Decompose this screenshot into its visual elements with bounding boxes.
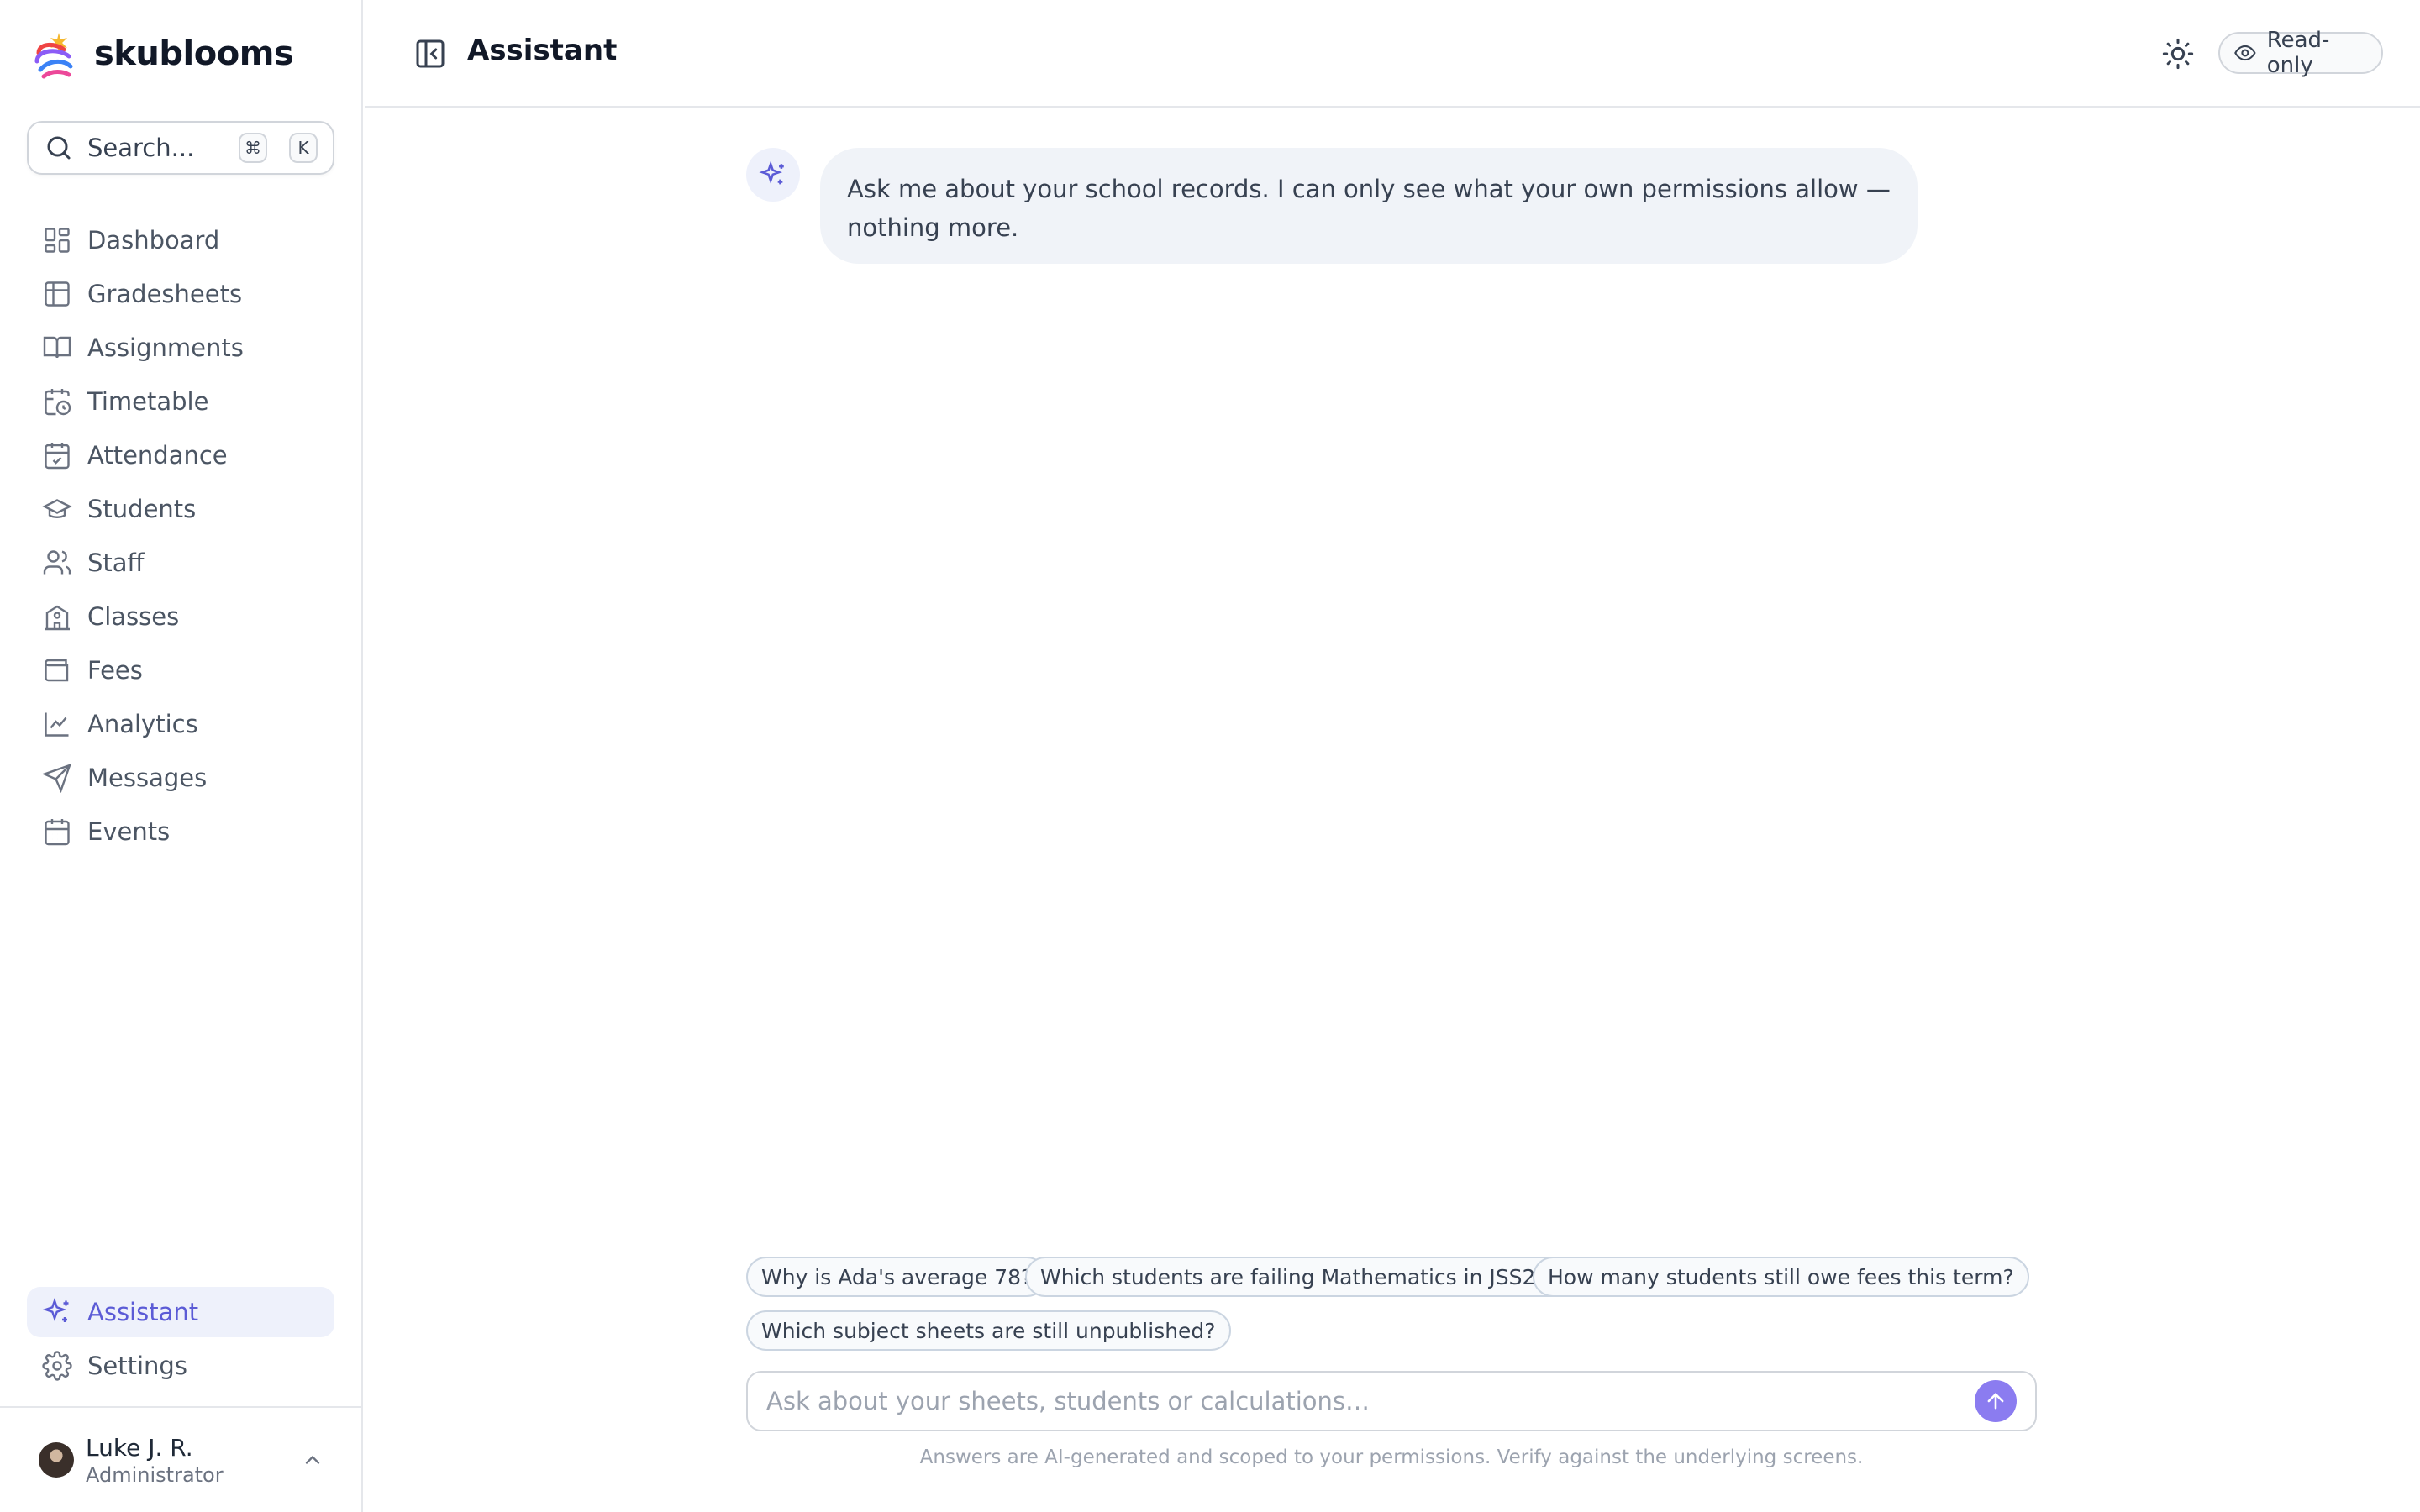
sidebar-item-settings[interactable]: Settings — [27, 1341, 334, 1391]
sidebar-item-label: Settings — [87, 1352, 187, 1380]
read-only-label: Read-only — [2266, 28, 2330, 78]
sun-icon[interactable] — [2161, 37, 2195, 71]
message-input[interactable] — [766, 1387, 1975, 1415]
ai-disclaimer: Answers are AI-generated and scoped to y… — [919, 1446, 1864, 1468]
assistant-avatar — [746, 148, 800, 202]
suggestion-chip[interactable]: Which students are failing Mathematics i… — [1025, 1257, 1576, 1297]
suggestion-chip[interactable]: How many students still owe fees this te… — [1533, 1257, 2029, 1297]
brand-logo-icon — [34, 33, 73, 79]
sidebar-item-gradesheets[interactable]: Gradesheets — [27, 269, 334, 319]
sidebar-item-label: Assignments — [87, 333, 244, 362]
sidebar-item-label: Gradesheets — [87, 280, 243, 308]
user-menu[interactable]: Luke J. R. Administrator — [39, 1428, 324, 1492]
search-box[interactable]: Search... ⌘ K — [27, 121, 334, 175]
sidebar-item-label: Analytics — [87, 710, 198, 738]
sidebar-item-label: Messages — [87, 764, 208, 792]
search-placeholder: Search... — [87, 134, 195, 162]
message-composer — [746, 1371, 2037, 1431]
sidebar-item-analytics[interactable]: Analytics — [27, 699, 334, 749]
book-icon — [43, 336, 71, 359]
sidebar-item-label: Classes — [87, 602, 180, 631]
user-name: Luke J. R. — [86, 1433, 193, 1462]
main-nav: Dashboard Gradesheets Assignments Timeta… — [27, 215, 334, 860]
page-title: Assistant — [467, 34, 618, 67]
read-only-badge: Read-only — [2218, 28, 2383, 78]
bottom-nav: Assistant Settings — [27, 1287, 334, 1394]
line-chart-icon — [45, 712, 69, 737]
sparkles-icon — [759, 160, 784, 185]
user-role: Administrator — [86, 1462, 224, 1487]
sidebar-toggle-icon[interactable] — [413, 37, 447, 71]
user-divider — [0, 1406, 363, 1408]
sparkles-icon — [42, 1297, 69, 1322]
calendar-icon — [45, 819, 70, 846]
search-icon — [47, 136, 71, 160]
sidebar-item-fees[interactable]: Fees — [27, 645, 334, 696]
calendar-check-icon — [45, 443, 70, 470]
sidebar-item-label: Assistant — [87, 1298, 199, 1326]
avatar — [39, 1442, 74, 1478]
calendar-clock-icon — [45, 389, 71, 416]
sidebar-item-events[interactable]: Events — [27, 806, 334, 857]
wallet-icon — [45, 659, 69, 682]
sidebar-item-attendance[interactable]: Attendance — [27, 430, 334, 480]
school-icon — [45, 605, 70, 631]
sidebar-item-label: Fees — [87, 656, 143, 685]
sidebar-item-label: Events — [87, 817, 171, 846]
assistant-message: Ask me about your school records. I can … — [820, 148, 1918, 264]
graduation-cap-icon — [42, 499, 72, 518]
sidebar-item-label: Attendance — [87, 441, 228, 470]
user-meta: Luke J. R. Administrator — [86, 1434, 289, 1487]
users-icon — [43, 550, 71, 575]
gear-icon — [42, 1351, 72, 1381]
sidebar-item-label: Students — [87, 495, 197, 523]
chevron-up-icon — [305, 1455, 320, 1464]
suggestion-chip[interactable]: Why is Ada's average 78? — [746, 1257, 1048, 1297]
sidebar-item-messages[interactable]: Messages — [27, 753, 334, 803]
sidebar-item-dashboard[interactable]: Dashboard — [27, 215, 334, 265]
table-icon — [45, 281, 70, 307]
arrow-up-icon — [1987, 1393, 2004, 1410]
sidebar-item-label: Dashboard — [87, 226, 220, 255]
dashboard-icon — [45, 228, 70, 253]
sidebar-item-staff[interactable]: Staff — [27, 538, 334, 588]
sidebar-item-assistant[interactable]: Assistant — [27, 1287, 334, 1337]
shortcut-k-key: K — [289, 133, 318, 163]
top-header: Assistant Read-only — [365, 0, 2420, 108]
send-button[interactable] — [1975, 1380, 2017, 1422]
eye-icon — [2234, 45, 2256, 61]
brand-name: skublooms — [94, 34, 294, 73]
send-icon — [42, 764, 71, 793]
suggestion-chip[interactable]: Which subject sheets are still unpublish… — [746, 1310, 1231, 1351]
sidebar-item-timetable[interactable]: Timetable — [27, 376, 334, 427]
sidebar: skublooms Search... ⌘ K Dashboard Grades… — [0, 0, 363, 1512]
sidebar-item-assignments[interactable]: Assignments — [27, 323, 334, 373]
sidebar-item-students[interactable]: Students — [27, 484, 334, 534]
shortcut-cmd-key: ⌘ — [239, 133, 267, 163]
brand[interactable]: skublooms — [30, 27, 294, 81]
sidebar-item-label: Timetable — [87, 387, 209, 416]
sidebar-item-classes[interactable]: Classes — [27, 591, 334, 642]
sidebar-item-label: Staff — [87, 549, 145, 577]
